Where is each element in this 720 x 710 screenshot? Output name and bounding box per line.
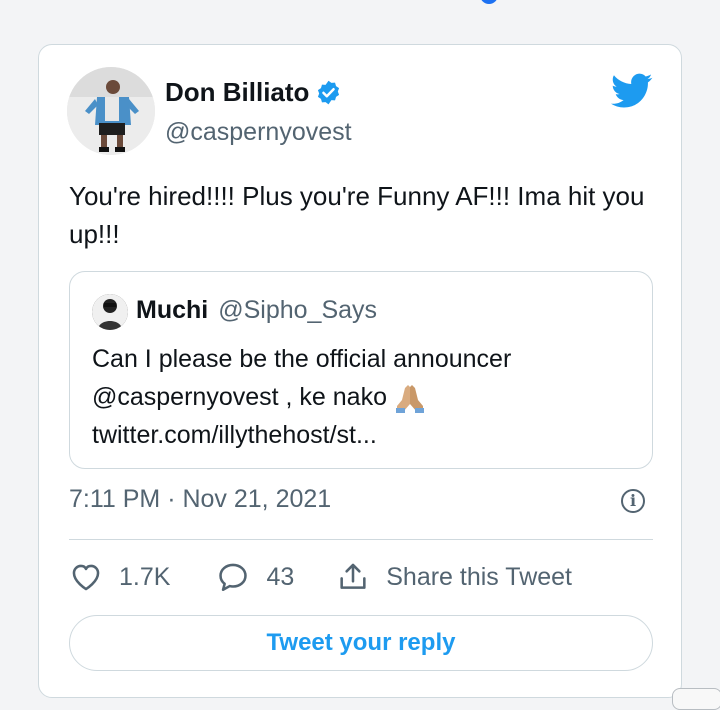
author-avatar[interactable] <box>67 67 155 155</box>
quote-author-handle[interactable]: @Sipho_Says <box>218 296 377 325</box>
divider <box>69 539 653 540</box>
twitter-bird-icon[interactable] <box>611 73 653 109</box>
like-button[interactable]: 1.7K <box>69 560 170 594</box>
quote-author-name[interactable]: Muchi <box>136 296 208 325</box>
quote-text-line-mention: @caspernyovest , ke nako <box>92 378 632 416</box>
corner-widget <box>672 688 720 710</box>
tweet-card: Don Billiato @caspernyovest You're hired… <box>38 44 682 698</box>
quote-text: Can I please be the official announcer @… <box>92 340 632 454</box>
reply-count: 43 <box>266 562 295 591</box>
tweet-text: You're hired!!!! Plus you're Funny AF!!!… <box>69 181 645 249</box>
reply-count-button[interactable]: 43 <box>216 560 294 594</box>
verified-badge-icon <box>315 79 342 106</box>
like-count: 1.7K <box>119 562 171 591</box>
share-label: Share this Tweet <box>386 562 573 591</box>
share-icon <box>340 563 366 589</box>
top-indicator <box>480 0 498 4</box>
info-icon[interactable]: i <box>621 489 645 513</box>
quote-author-avatar[interactable] <box>92 294 128 330</box>
folded-hands-emoji <box>393 382 427 414</box>
quoted-tweet[interactable]: Muchi @Sipho_Says Can I please be the of… <box>69 271 653 469</box>
heart-icon <box>72 564 100 591</box>
comment-icon <box>219 563 248 592</box>
tweet-your-reply-button[interactable]: Tweet your reply <box>69 615 653 671</box>
author-name-row: Don Billiato <box>165 77 342 107</box>
author-name[interactable]: Don Billiato <box>165 77 309 107</box>
quote-link[interactable]: twitter.com/illythehost/st... <box>92 416 632 454</box>
tweet-timestamp[interactable]: 7:11 PM · Nov 21, 2021 <box>69 485 331 514</box>
share-button[interactable]: Share this Tweet <box>336 560 572 594</box>
quote-author-row: Muchi @Sipho_Says <box>136 296 377 325</box>
quote-text-line: Can I please be the official announcer <box>92 345 512 373</box>
author-handle[interactable]: @caspernyovest <box>165 117 352 147</box>
tweet-actions: 1.7K 43 Share this Tweet <box>69 559 572 595</box>
quote-text-line-content: @caspernyovest , ke nako <box>92 383 387 411</box>
